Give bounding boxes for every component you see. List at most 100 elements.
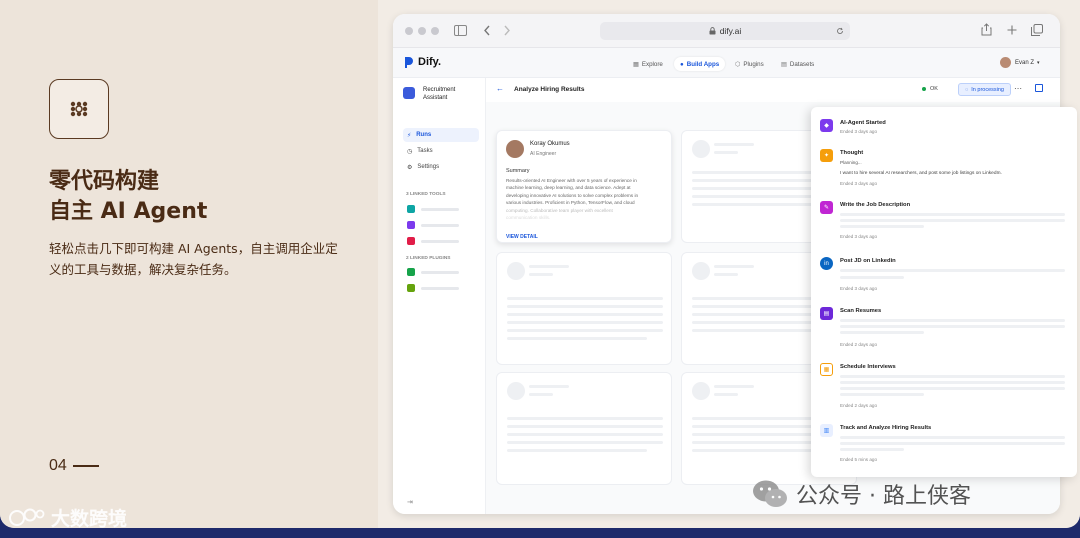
- nav-plugins-label: Plugins: [743, 60, 764, 68]
- brand-name: Dify.: [418, 56, 442, 68]
- forward-arrow-icon[interactable]: [503, 25, 511, 36]
- user-menu[interactable]: Evan Z ▾: [1000, 57, 1040, 68]
- compass-icon: ▦: [633, 60, 639, 68]
- view-detail-link[interactable]: VIEW DETAIL: [506, 234, 538, 240]
- apps-icon: ●: [680, 60, 684, 68]
- status-ok: OK: [922, 86, 938, 92]
- skeleton-line: [840, 331, 924, 334]
- step-time: Ended 3 days ago: [840, 129, 878, 134]
- skeleton-line: [840, 381, 1065, 384]
- sidebar-toggle-icon[interactable]: [454, 25, 467, 36]
- sidebar-item-settings[interactable]: ⚙ Settings: [403, 160, 479, 174]
- panel-icon[interactable]: [1035, 84, 1043, 92]
- step-time: Ended 5 mins ago: [840, 457, 878, 462]
- candidate-card[interactable]: Koray Okumus AI Engineer Summary Results…: [496, 130, 672, 243]
- nav-explore-label: Explore: [641, 60, 663, 68]
- skeleton-line: [714, 143, 754, 146]
- step-time: Ended 3 days ago: [840, 181, 878, 186]
- window-zoom-dot[interactable]: [431, 27, 439, 35]
- skeleton-avatar: [507, 262, 525, 280]
- more-icon[interactable]: ⋯: [1014, 84, 1022, 93]
- window-close-dot[interactable]: [405, 27, 413, 35]
- skeleton-line: [507, 433, 663, 436]
- plugin-icon: [407, 284, 415, 292]
- summary-text: Results-oriented AI Engineer with over 5…: [506, 177, 638, 221]
- summary-line: machine learning, deep learning, and dat…: [506, 185, 631, 191]
- skeleton-line: [507, 329, 663, 332]
- nav-plugins[interactable]: ⬡ Plugins: [735, 57, 764, 71]
- tabs-overview-icon[interactable]: [1031, 24, 1043, 36]
- candidate-role: AI Engineer: [530, 151, 557, 157]
- step-time: Ended 2 days ago: [840, 342, 878, 347]
- reload-icon[interactable]: [836, 27, 844, 35]
- skeleton-line: [714, 385, 754, 388]
- linked-tool-item[interactable]: [407, 205, 459, 213]
- skeleton-line: [507, 441, 663, 444]
- linked-plugins-label: 2 LINKED PLUGINS: [406, 256, 451, 261]
- skeleton-line: [714, 265, 754, 268]
- plugin-icon: ⬡: [735, 60, 741, 68]
- sidebar-app-header[interactable]: Recruitment Assistant: [403, 86, 463, 102]
- skeleton-line: [529, 385, 569, 388]
- skeleton-line: [507, 321, 663, 324]
- skeleton-line: [507, 313, 663, 316]
- watermark-right-text: 公众号 · 路上侠客: [796, 484, 971, 509]
- browser-toolbar: dify.ai: [393, 14, 1060, 48]
- page-number-dash: [72, 465, 99, 467]
- skeleton-line: [840, 319, 1065, 322]
- app-robot-icon: [403, 87, 415, 99]
- sidebar: Recruitment Assistant ⚡ Runs ◷ Tasks ⚙ S…: [393, 78, 486, 514]
- nav-datasets-label: Datasets: [789, 60, 815, 68]
- sidebar-app-name: Recruitment Assistant: [423, 87, 456, 101]
- linked-tool-item[interactable]: [407, 221, 459, 229]
- skeleton-line: [714, 393, 738, 396]
- nav-explore[interactable]: ▦ Explore: [633, 57, 663, 71]
- dify-logo-icon: [405, 56, 413, 68]
- skeleton-line: [840, 387, 1065, 390]
- headline-line-1: 零代码构建: [49, 169, 160, 194]
- back-arrow-icon[interactable]: [483, 25, 491, 36]
- share-icon[interactable]: [981, 23, 992, 36]
- skeleton-avatar: [692, 382, 710, 400]
- nav-build-apps[interactable]: ● Build Apps: [674, 57, 726, 71]
- linked-plugin-item[interactable]: [407, 284, 459, 292]
- new-tab-plus-icon[interactable]: [1007, 25, 1017, 35]
- linked-tool-item[interactable]: [407, 237, 459, 245]
- summary-line: communication skills.: [506, 215, 551, 221]
- brand-logo[interactable]: Dify.: [405, 56, 441, 68]
- left-panel: 零代码构建 自主 AI Agent 轻松点击几下即可构建 AI Agents，自…: [0, 0, 378, 528]
- skeleton-line: [507, 425, 663, 428]
- summary-line: various industries. Proficient in Python…: [506, 200, 635, 206]
- ok-dot-icon: [922, 87, 926, 91]
- linked-plugin-item[interactable]: [407, 268, 459, 276]
- wechat-icon: [753, 480, 787, 507]
- sidebar-item-runs[interactable]: ⚡ Runs: [403, 128, 479, 142]
- step-time: Ended 3 days ago: [840, 286, 878, 291]
- nav-datasets[interactable]: ▤ Datasets: [781, 57, 814, 71]
- headline: 零代码构建 自主 AI Agent: [49, 167, 207, 227]
- page-number: 04: [49, 457, 99, 475]
- sidebar-item-tasks[interactable]: ◷ Tasks: [403, 144, 479, 158]
- status-processing[interactable]: ◌ In processing: [958, 83, 1011, 96]
- window-minimize-dot[interactable]: [418, 27, 426, 35]
- skeleton-line: [507, 449, 647, 452]
- dots-grid-icon: [70, 101, 88, 117]
- tool-skeleton: [421, 239, 459, 243]
- summary-line: Results-oriented AI Engineer with over 5…: [506, 178, 637, 183]
- avatar: [1000, 57, 1011, 68]
- run-steps-drawer: ◆ AI-Agent Started Ended 3 days ago ✦ Th…: [811, 107, 1077, 477]
- calendar-icon: ▦: [820, 363, 833, 376]
- url-bar[interactable]: dify.ai: [600, 22, 850, 40]
- status-processing-label: In processing: [971, 86, 1004, 93]
- skeleton-line: [840, 436, 1065, 439]
- skeleton-line: [840, 325, 1065, 328]
- collapse-sidebar-icon[interactable]: ⇥: [407, 498, 413, 506]
- skeleton-line: [840, 393, 924, 396]
- back-icon[interactable]: ←: [496, 84, 504, 93]
- skeleton-line: [840, 442, 1065, 445]
- skeleton-line: [714, 151, 738, 154]
- skeleton-line: [840, 213, 1065, 216]
- linked-tools-label: 3 LINKED TOOLS: [406, 192, 446, 197]
- chevron-down-icon: ▾: [1037, 59, 1040, 66]
- step-title: AI-Agent Started: [840, 120, 886, 126]
